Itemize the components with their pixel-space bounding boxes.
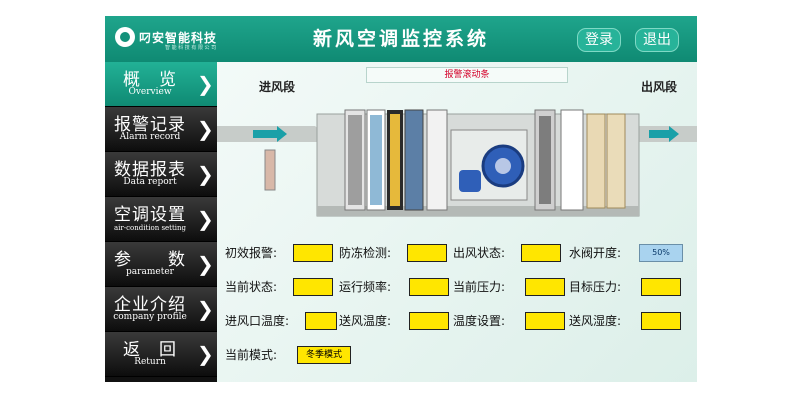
app-window: 叼安智能科技 智 能 科 技 有 限 公 司 新风空调监控系统 登录 退出 概 … — [105, 16, 697, 382]
cooling-coil — [404, 109, 424, 211]
sidebar-item-return[interactable]: 返 回 Return ❯ — [105, 332, 217, 377]
param-value-box — [407, 244, 447, 262]
outlet-section-2 — [560, 109, 584, 211]
param-label: 当前压力: — [453, 280, 506, 294]
sidebar-item-data-report[interactable]: 数据报表 Data report ❯ — [105, 152, 217, 197]
login-button[interactable]: 登录 — [577, 28, 621, 52]
param-label: 送风温度: — [339, 314, 392, 328]
pre-filter-panel — [264, 149, 276, 191]
current-mode-value: 冬季模式 — [297, 346, 351, 364]
sidebar-item-sublabel: parameter — [126, 267, 174, 277]
final-filter-1 — [586, 113, 606, 209]
sidebar-item-sublabel: Return — [134, 357, 166, 367]
param-value-box — [293, 278, 333, 296]
heater-coil — [390, 114, 400, 206]
param-label: 目标压力: — [569, 280, 622, 294]
param-label: 出风状态: — [453, 246, 506, 260]
chevron-right-icon: ❯ — [197, 162, 214, 186]
param-value-box — [409, 278, 449, 296]
chevron-right-icon: ❯ — [197, 297, 214, 321]
param-value-box — [641, 312, 681, 330]
sidebar-item-alarm-record[interactable]: 报警记录 Alarm record ❯ — [105, 107, 217, 152]
param-value-box — [305, 312, 337, 330]
param-label: 当前模式: — [225, 348, 278, 362]
param-label: 送风湿度: — [569, 314, 622, 328]
chevron-right-icon: ❯ — [197, 252, 214, 276]
sidebar-item-sublabel: air-condition setting — [113, 224, 187, 232]
chevron-right-icon: ❯ — [197, 117, 214, 141]
sidebar-item-label: 空调设置 — [114, 205, 186, 225]
chevron-right-icon: ❯ — [197, 72, 214, 96]
param-label: 温度设置: — [453, 314, 506, 328]
logout-button[interactable]: 退出 — [635, 28, 679, 52]
sidebar-item-aircon-setting[interactable]: 空调设置 air-condition setting ❯ — [105, 197, 217, 242]
param-label: 水阀开度: — [569, 246, 622, 260]
param-value-box — [525, 278, 565, 296]
param-value-box — [521, 244, 561, 262]
alarm-marquee: 报警滚动条 — [366, 67, 568, 83]
overview-panel: 报警滚动条 进风段 出风段 初效报警: 防冻检测: 出风状态: 水阀开度: 50… — [217, 62, 697, 382]
humidifier-section — [426, 109, 448, 211]
param-value-box — [409, 312, 449, 330]
param-label: 初效报警: — [225, 246, 278, 260]
final-filter-2 — [606, 113, 626, 209]
filter-mesh-1 — [348, 115, 362, 205]
sidebar-item-company-profile[interactable]: 企业介绍 company profile ❯ — [105, 287, 217, 332]
sidebar-nav: 概 览 Overview ❯ 报警记录 Alarm record ❯ 数据报表 … — [105, 62, 217, 382]
param-label: 当前状态: — [225, 280, 278, 294]
air-handling-unit-diagram — [217, 109, 697, 217]
chevron-right-icon: ❯ — [197, 342, 214, 366]
sidebar-item-sublabel: company profile — [113, 312, 187, 322]
param-value-box — [525, 312, 565, 330]
sidebar-item-parameter[interactable]: 参 数 parameter ❯ — [105, 242, 217, 287]
param-value-box — [293, 244, 333, 262]
sidebar-item-overview[interactable]: 概 览 Overview ❯ — [105, 62, 217, 107]
header-bar: 叼安智能科技 智 能 科 技 有 限 公 司 新风空调监控系统 登录 退出 — [105, 16, 697, 62]
outlet-mesh-1 — [539, 116, 551, 204]
param-value-box — [641, 278, 681, 296]
filter-mesh-2 — [370, 115, 382, 205]
sidebar-item-sublabel: Data report — [123, 177, 177, 187]
fan-hub — [495, 158, 511, 174]
motor-icon — [459, 170, 481, 192]
param-label: 运行频率: — [339, 280, 392, 294]
sidebar-item-sublabel: Alarm record — [119, 132, 181, 142]
sidebar-item-sublabel: Overview — [128, 87, 172, 97]
param-label: 进风口温度: — [225, 314, 290, 328]
valve-opening-value: 50% — [639, 244, 683, 262]
chevron-right-icon: ❯ — [197, 207, 214, 231]
param-label: 防冻检测: — [339, 246, 392, 260]
